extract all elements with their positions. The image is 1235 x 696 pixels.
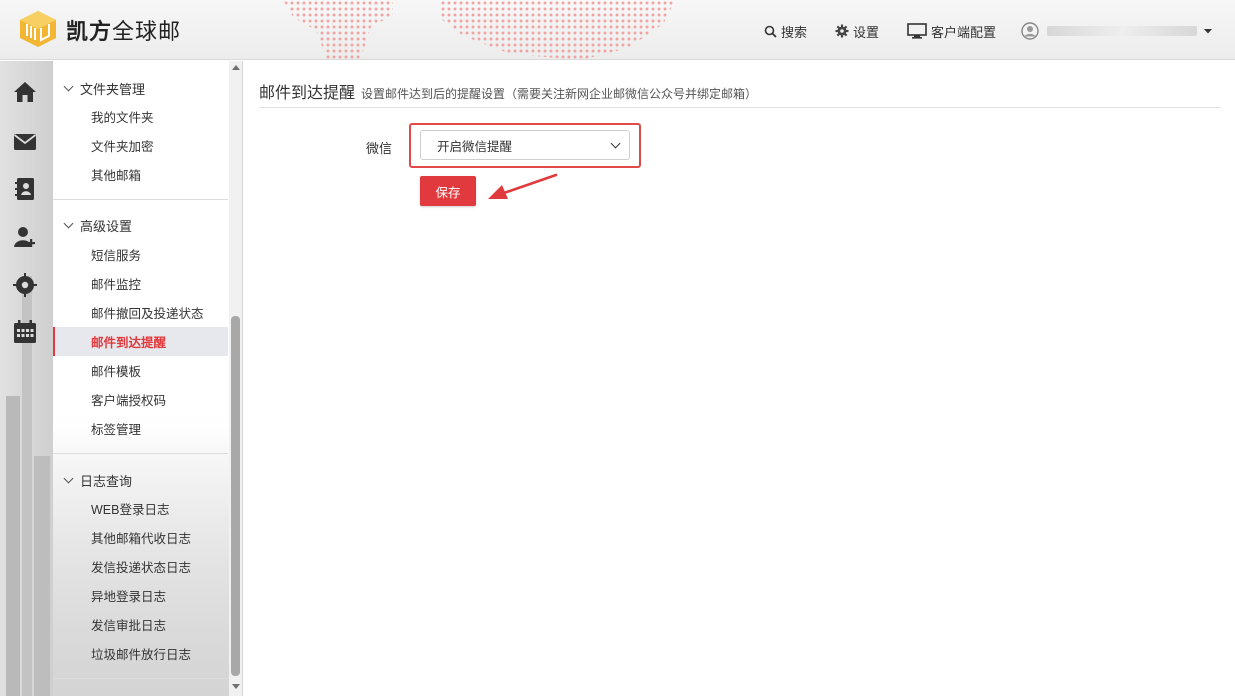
sidebar-item-delivery-status-log[interactable]: 发信投递状态日志: [53, 552, 228, 581]
divider: [53, 199, 228, 200]
settings-label: 设置: [853, 24, 880, 40]
caret-down-icon: [1204, 29, 1212, 34]
sidebar-item-arrival-reminder[interactable]: 邮件到达提醒: [53, 327, 228, 356]
search-label: 搜索: [781, 24, 808, 40]
save-button[interactable]: 保存: [420, 176, 476, 206]
sidebar-item-mail-monitor[interactable]: 邮件监控: [53, 269, 228, 298]
sidebar-item-folder-encryption[interactable]: 文件夹加密: [53, 131, 228, 160]
sidebar-item-send-approval-log[interactable]: 发信审批日志: [53, 610, 228, 639]
sidebar-item-recall-delivery-status[interactable]: 邮件撤回及投递状态: [53, 298, 228, 327]
icon-navigation-bar: [0, 61, 53, 696]
world-map-decoration: [440, 0, 675, 59]
group-label: 高级设置: [80, 218, 133, 234]
page-header: 邮件到达提醒 设置邮件达到后的提醒设置（需要关注新网企业邮微信公众号并绑定邮箱）: [259, 79, 757, 103]
sidebar-item-spam-release-log[interactable]: 垃圾邮件放行日志: [53, 639, 228, 668]
divider: [53, 453, 228, 454]
user-menu[interactable]: [1021, 21, 1217, 41]
scroll-down-arrow-icon[interactable]: [232, 684, 240, 689]
chevron-down-icon: [63, 218, 74, 228]
user-avatar-icon: [1021, 22, 1039, 40]
group-label: 日志查询: [80, 473, 133, 489]
group-log-query[interactable]: 日志查询: [63, 468, 132, 492]
settings-button[interactable]: 设置: [835, 21, 879, 41]
sidebar-item-web-login-log[interactable]: WEB登录日志: [53, 494, 228, 523]
sidebar-item-my-folders[interactable]: 我的文件夹: [53, 102, 228, 131]
select-value: 开启微信提醒: [437, 139, 513, 154]
sidebar-item-remote-login-log[interactable]: 异地登录日志: [53, 581, 228, 610]
wechat-label: 微信: [366, 141, 393, 156]
logo-icon: [20, 11, 56, 47]
client-config-button[interactable]: 客户端配置: [907, 21, 996, 41]
group-advanced-settings[interactable]: 高级设置: [63, 213, 132, 237]
sidebar-item-other-mailboxes[interactable]: 其他邮箱: [53, 160, 228, 189]
username-redacted: [1047, 26, 1197, 36]
compass-icon[interactable]: [12, 272, 38, 298]
settings-sidebar: 文件夹管理 我的文件夹 文件夹加密 其他邮箱 高级设置 短信服务 邮件监控 邮件…: [53, 61, 243, 696]
group-label: 文件夹管理: [80, 81, 146, 97]
calendar-icon[interactable]: [12, 319, 38, 345]
divider: [259, 107, 1221, 108]
skyline-decoration: [34, 456, 50, 696]
divider: [53, 678, 228, 679]
brand-name: 凯方全球邮: [66, 19, 182, 44]
sidebar-item-mail-templates[interactable]: 邮件模板: [53, 356, 228, 385]
add-user-icon[interactable]: [12, 224, 38, 250]
scroll-up-arrow-icon[interactable]: [232, 65, 240, 70]
pointer-arrow-icon: [488, 173, 558, 199]
search-button[interactable]: 搜索: [764, 21, 807, 41]
chevron-down-icon: [610, 138, 621, 149]
page-subtitle: 设置邮件达到后的提醒设置（需要关注新网企业邮微信公众号并绑定邮箱）: [361, 87, 758, 101]
chevron-down-icon: [63, 473, 74, 483]
skyline-decoration: [6, 396, 20, 696]
main-content: 邮件到达提醒 设置邮件达到后的提醒设置（需要关注新网企业邮微信公众号并绑定邮箱）…: [244, 61, 1235, 696]
sidebar-item-other-mailbox-fetch-log[interactable]: 其他邮箱代收日志: [53, 523, 228, 552]
sidebar-item-client-auth-code[interactable]: 客户端授权码: [53, 385, 228, 414]
wechat-reminder-select[interactable]: 开启微信提醒: [420, 130, 630, 160]
mail-icon[interactable]: [12, 129, 38, 155]
chevron-down-icon: [63, 81, 74, 91]
monitor-icon: [907, 23, 927, 39]
group-folder-management[interactable]: 文件夹管理: [63, 76, 145, 100]
client-config-label: 客户端配置: [931, 24, 997, 40]
world-map-decoration: [283, 0, 393, 59]
search-icon: [764, 25, 777, 38]
top-header: 凯方全球邮 搜索 设置 客户端配置: [0, 0, 1235, 60]
contacts-icon[interactable]: [12, 176, 38, 202]
sidebar-scroll-thumb[interactable]: [231, 316, 240, 676]
page-title: 邮件到达提醒: [259, 85, 356, 102]
home-icon[interactable]: [12, 79, 38, 105]
sidebar-item-tag-management[interactable]: 标签管理: [53, 414, 228, 443]
sidebar-item-sms-service[interactable]: 短信服务: [53, 240, 228, 269]
gear-icon: [835, 24, 849, 38]
